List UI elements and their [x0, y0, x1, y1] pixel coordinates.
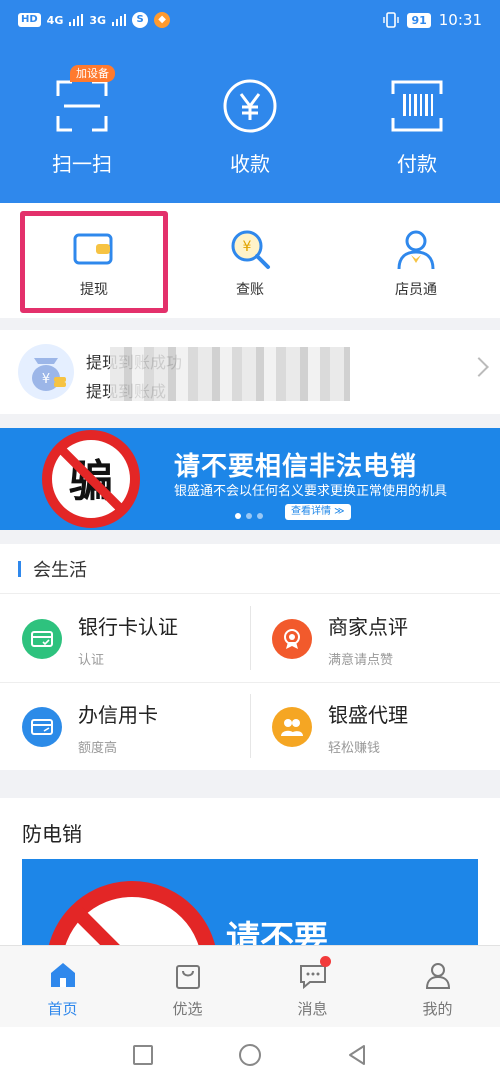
anti-fraud-section: 防电销 请不要	[0, 798, 500, 948]
vibrate-icon	[383, 12, 400, 28]
bag-icon	[173, 960, 203, 990]
yen-circle-icon	[222, 78, 278, 134]
withdraw-notice[interactable]: ¥ 提现到账成功 提现到账成	[0, 330, 500, 414]
view-details-button[interactable]: 查看详情 ≫	[285, 504, 351, 520]
tab-featured-label: 优选	[172, 1000, 203, 1018]
tab-messages[interactable]: 消息	[250, 956, 375, 1019]
pay-button[interactable]: 付款	[357, 78, 477, 177]
tab-profile[interactable]: 我的	[375, 960, 500, 1019]
status-bar: HD 4G 3G S ◆ 91 10:31	[0, 0, 500, 40]
hero-panel: 扫一扫 加设备 收款 付款	[0, 40, 500, 203]
credit-card-title: 办信用卡	[78, 703, 158, 727]
anti-fraud-title: 防电销	[22, 822, 82, 846]
search-yen-icon: ¥	[228, 227, 272, 271]
signal-icon-2	[112, 14, 127, 26]
money-bag-icon: ¥	[18, 344, 74, 400]
carousel-dots	[235, 513, 263, 519]
profile-icon	[423, 960, 453, 990]
staff-button[interactable]: 店员通	[356, 227, 476, 299]
system-nav-bar	[0, 1027, 500, 1083]
no-fraud-sign-icon	[48, 881, 216, 948]
divider	[250, 606, 251, 670]
quick-actions: 提现 ¥ 查账 店员通	[0, 203, 500, 318]
battery-indicator: 91	[407, 12, 431, 28]
carousel-dot	[246, 513, 252, 519]
tab-home[interactable]: 首页	[0, 960, 125, 1019]
svg-text:¥: ¥	[42, 372, 50, 387]
merchant-review-title: 商家点评	[328, 615, 408, 639]
hd-badge: HD	[18, 13, 41, 27]
merchant-review-sub: 满意请点赞	[328, 653, 394, 668]
message-icon	[298, 956, 331, 990]
recent-apps-icon[interactable]	[131, 1043, 155, 1067]
bank-card-auth-item[interactable]: 银行卡认证 认证	[0, 594, 250, 682]
add-device-badge: 加设备	[70, 65, 115, 82]
no-fraud-sign-icon: 骗	[42, 430, 140, 528]
scan-button[interactable]: 扫一扫	[22, 78, 142, 177]
anti-fraud-banner[interactable]: 骗 请不要相信非法电销 银盛通不会以任何名义要求更换正常使用的机具 查看详情 ≫	[0, 428, 500, 530]
credit-card-icon	[22, 707, 62, 747]
check-account-button[interactable]: ¥ 查账	[190, 227, 310, 299]
divider	[250, 694, 251, 758]
withdraw-highlight-frame	[20, 211, 168, 313]
divider	[0, 682, 500, 683]
home-icon	[48, 960, 78, 990]
carousel-dot	[235, 513, 241, 519]
back-icon[interactable]	[345, 1043, 369, 1067]
clock: 10:31	[438, 11, 482, 29]
tab-home-label: 首页	[47, 1000, 78, 1018]
bottom-tab-bar: 首页 优选 消息 我的	[0, 945, 500, 1027]
bank-card-auth-title: 银行卡认证	[78, 615, 178, 639]
scan-icon	[54, 78, 110, 134]
check-account-label: 查账	[236, 282, 264, 298]
agent-program-title: 银盛代理	[328, 703, 408, 727]
network-4g: 4G	[46, 13, 64, 27]
tab-profile-label: 我的	[422, 1000, 453, 1018]
redacted-area	[110, 347, 350, 401]
signal-icon	[69, 14, 84, 26]
unread-dot	[319, 956, 331, 967]
merchant-review-item[interactable]: 商家点评 满意请点赞	[250, 594, 500, 682]
banner-title: 请不要相信非法电销	[174, 452, 418, 482]
status-left: HD 4G 3G S ◆	[18, 12, 171, 28]
banner-subtitle: 银盛通不会以任何名义要求更换正常使用的机具	[174, 484, 448, 499]
agents-icon	[272, 707, 312, 747]
life-heading: 会生活	[0, 544, 500, 594]
chevron-right-icon	[469, 357, 489, 377]
heading-accent-bar	[18, 560, 21, 577]
bank-card-auth-sub: 认证	[78, 653, 105, 668]
tab-featured[interactable]: 优选	[125, 960, 250, 1019]
home-nav-icon[interactable]	[238, 1043, 262, 1067]
agent-program-sub: 轻松赚钱	[328, 741, 381, 756]
staff-icon	[394, 227, 438, 271]
app-notification-icon-2: ◆	[154, 12, 171, 28]
agent-program-item[interactable]: 银盛代理 轻松赚钱	[250, 682, 500, 770]
network-3g: 3G	[89, 13, 107, 27]
receive-payment-button[interactable]: 收款	[190, 78, 310, 177]
credit-card-apply-item[interactable]: 办信用卡 额度高	[0, 682, 250, 770]
carousel-dot	[257, 513, 263, 519]
bank-card-icon	[22, 619, 62, 659]
anti-fraud-image[interactable]: 请不要	[22, 859, 478, 948]
life-section: 会生活 银行卡认证 认证 商家点评 满意请点赞 办信用卡 额度高 银盛代理 轻松…	[0, 544, 500, 770]
medal-icon	[272, 619, 312, 659]
svg-text:¥: ¥	[243, 239, 252, 255]
status-right: 91 10:31	[383, 11, 482, 29]
anti-fraud-image-text: 请不要	[226, 919, 328, 948]
credit-card-sub: 额度高	[78, 741, 118, 756]
life-heading-text: 会生活	[33, 559, 87, 581]
tab-messages-label: 消息	[297, 1000, 328, 1018]
receive-label: 收款	[230, 152, 270, 176]
pay-label: 付款	[397, 152, 437, 176]
app-notification-icon: S	[132, 12, 149, 28]
scan-label: 扫一扫	[52, 152, 112, 176]
staff-label: 店员通	[395, 282, 437, 298]
barcode-icon	[389, 78, 445, 134]
